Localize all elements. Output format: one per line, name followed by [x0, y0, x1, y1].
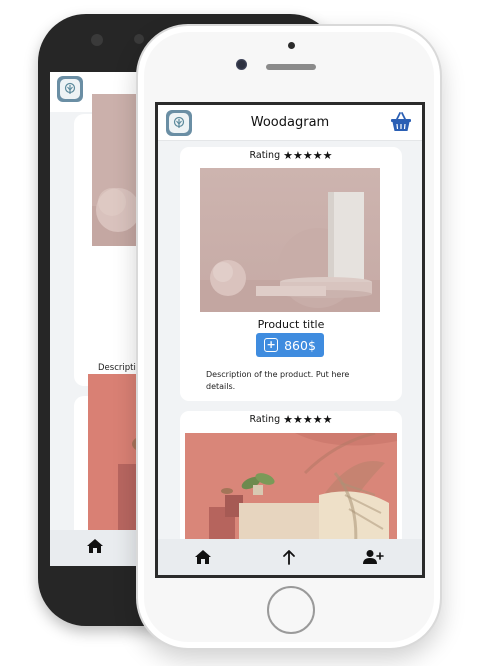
star-icon: ★ [302, 413, 313, 426]
product-description: Description of the product. Put here det… [206, 370, 350, 391]
back-sensor [134, 34, 144, 44]
rating-label: Rating [249, 414, 281, 425]
rating-label: Rating [249, 150, 281, 161]
product-card[interactable]: Rating ★ ★ ★ ★ ★ [180, 147, 402, 401]
star-icon: ★ [293, 413, 303, 426]
tree-logo-icon[interactable] [57, 76, 83, 102]
back-home-icon[interactable] [86, 538, 104, 558]
rating-row: Rating ★ ★ ★ ★ ★ [180, 150, 402, 161]
app-title: Woodagram [250, 115, 330, 130]
rating-row: Rating ★ ★ ★ ★ ★ [180, 414, 402, 425]
product-title: Product title [257, 318, 325, 331]
front-phone: Woodagram Rating ★ ★ ★ ★ ★ Product title… [136, 24, 442, 650]
product-feed[interactable]: Rating ★ ★ ★ ★ ★ Product title + 860$ De… [158, 141, 422, 539]
product-image[interactable] [200, 168, 380, 312]
star-rating: ★ ★ ★ ★ ★ [283, 414, 332, 425]
product-image[interactable] [185, 431, 397, 539]
home-icon[interactable] [192, 547, 214, 567]
plus-icon: + [264, 338, 279, 352]
add-user-icon[interactable] [362, 547, 384, 567]
earpiece-speaker [266, 64, 316, 70]
front-camera [236, 59, 247, 70]
star-icon: ★ [312, 413, 323, 426]
product-card[interactable]: Rating ★ ★ ★ ★ ★ [180, 411, 402, 539]
proximity-sensor [288, 42, 295, 49]
arrow-up-icon[interactable] [278, 547, 300, 567]
app-header: Woodagram [158, 105, 422, 141]
home-button[interactable] [267, 586, 315, 634]
star-icon: ★ [322, 149, 333, 162]
bottom-nav [158, 539, 422, 575]
price-label: 860$ [284, 337, 316, 353]
star-icon: ★ [293, 149, 303, 162]
star-icon: ★ [312, 149, 323, 162]
star-icon: ★ [283, 413, 293, 426]
basket-icon[interactable] [390, 112, 412, 136]
star-icon: ★ [302, 149, 313, 162]
star-icon: ★ [283, 149, 293, 162]
star-icon: ★ [322, 413, 333, 426]
phone-screen: Woodagram Rating ★ ★ ★ ★ ★ Product title… [155, 102, 425, 578]
star-rating: ★ ★ ★ ★ ★ [283, 150, 332, 161]
add-to-cart-button[interactable]: + 860$ [256, 333, 324, 357]
back-camera [91, 34, 103, 46]
